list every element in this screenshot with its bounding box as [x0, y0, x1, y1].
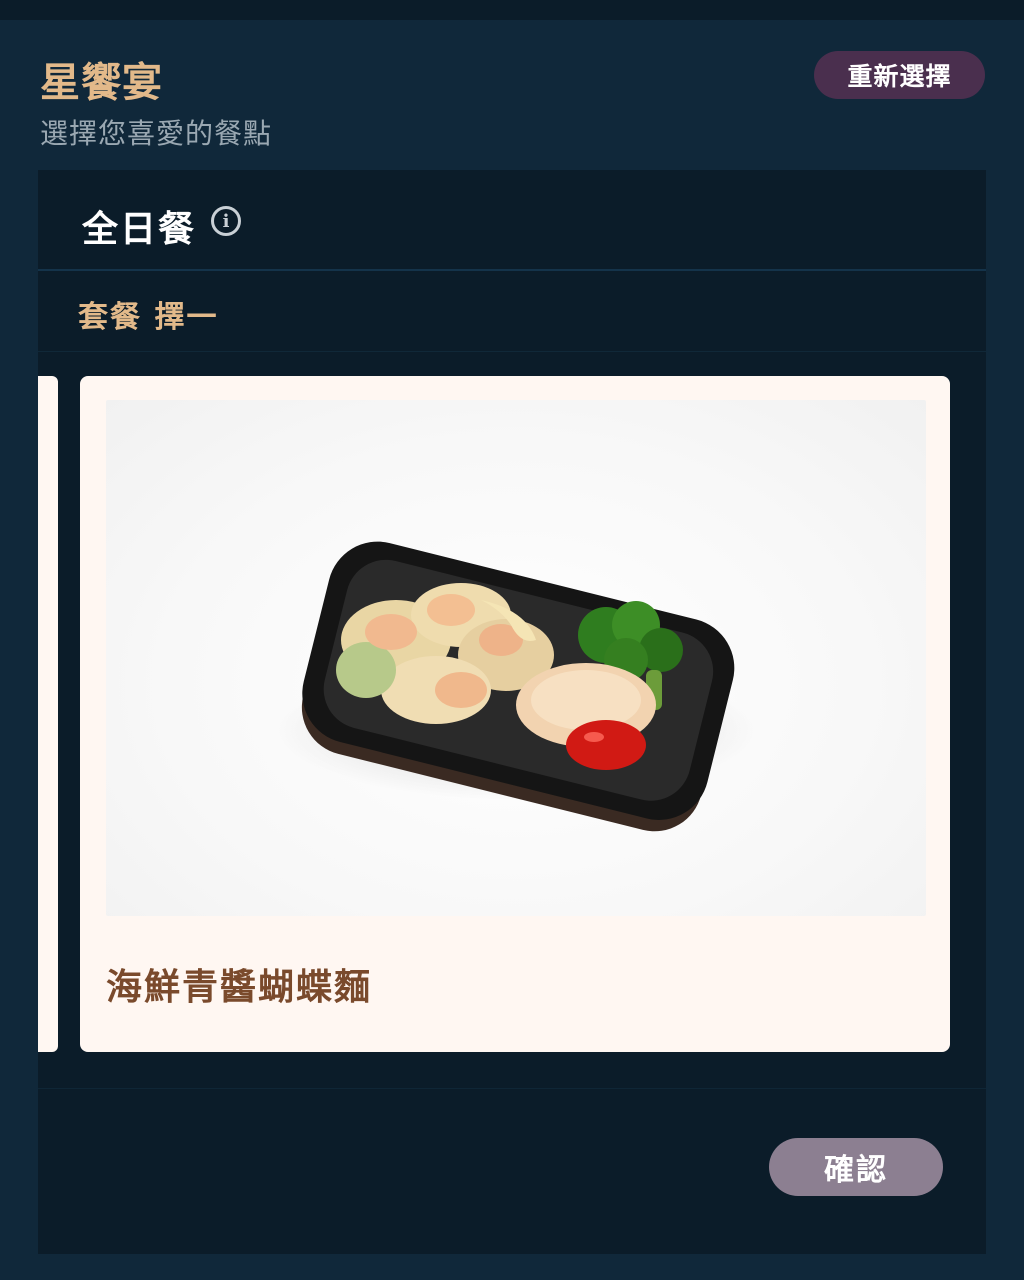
page-subtitle: 選擇您喜愛的餐點 [40, 117, 273, 150]
page-header: 星饗宴 選擇您喜愛的餐點 重新選擇 [0, 20, 1024, 170]
confirm-button[interactable]: 確認 [769, 1138, 943, 1196]
meal-image [106, 400, 926, 916]
group-label: 套餐 擇一 [78, 300, 219, 335]
top-status-strip [0, 0, 1024, 20]
meal-panel: 全日餐 i 套餐 擇一 海鮮青醬蝴蝶麵 確認 [38, 170, 986, 1254]
info-icon[interactable]: i [211, 206, 241, 236]
previous-meal-card[interactable] [38, 376, 58, 1052]
meal-card[interactable]: 海鮮青醬蝴蝶麵 [80, 376, 950, 1052]
divider [38, 351, 986, 352]
reselect-button[interactable]: 重新選擇 [814, 51, 985, 99]
section-title: 全日餐 [82, 209, 197, 250]
meal-tray-image [276, 541, 756, 832]
meal-name: 海鮮青醬蝴蝶麵 [106, 967, 373, 1008]
page-title: 星饗宴 [40, 60, 163, 106]
divider [38, 1088, 986, 1089]
section-header: 全日餐 i [38, 170, 986, 271]
